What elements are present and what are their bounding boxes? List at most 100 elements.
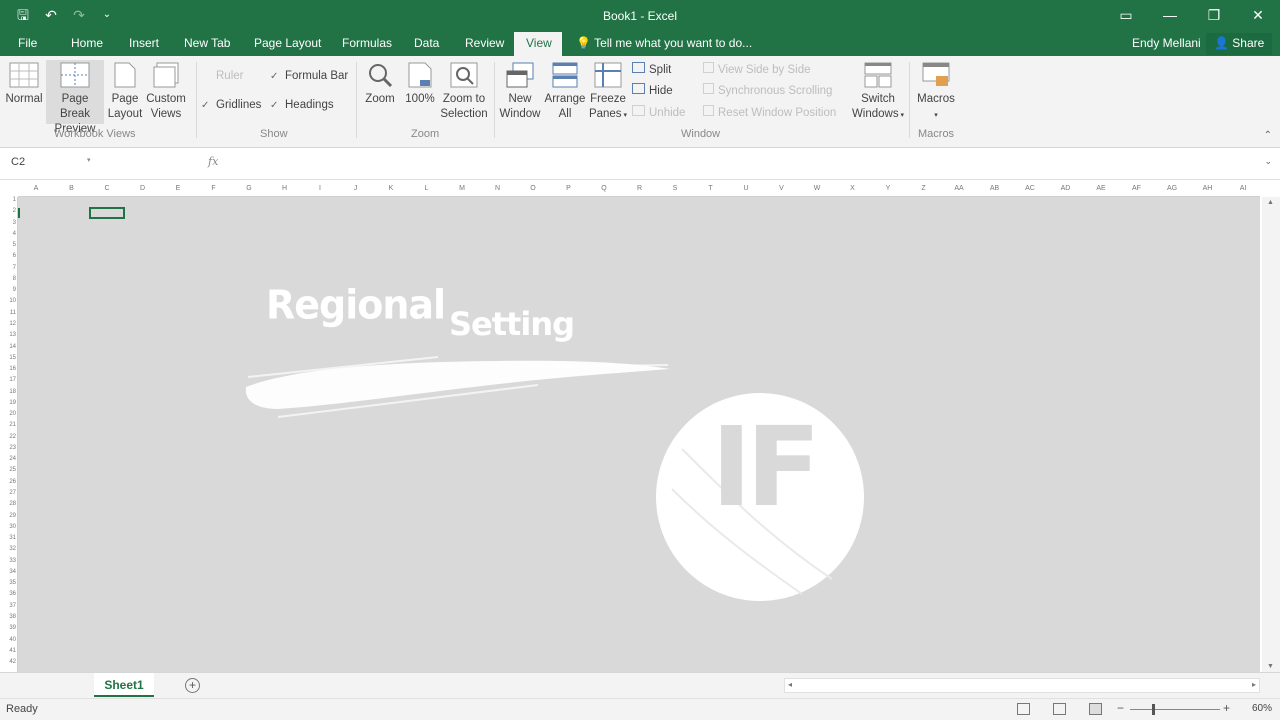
tab-review[interactable]: Review	[457, 32, 512, 56]
ribbon-display-options-icon[interactable]: ▭	[1104, 0, 1148, 30]
row-header[interactable]: 15	[0, 355, 16, 361]
row-header[interactable]: 31	[0, 535, 16, 541]
column-header[interactable]: AE	[1083, 185, 1119, 192]
tab-insert[interactable]: Insert	[121, 32, 167, 56]
row-header[interactable]: 4	[0, 231, 16, 237]
row-header[interactable]: 26	[0, 479, 16, 485]
column-header[interactable]: G	[231, 185, 267, 192]
column-header[interactable]: A	[18, 185, 54, 192]
row-header[interactable]: 14	[0, 344, 16, 350]
row-header[interactable]: 13	[0, 332, 16, 338]
close-icon[interactable]: ✕	[1236, 0, 1280, 30]
zoom-slider-thumb[interactable]	[1152, 704, 1155, 715]
selected-cell-c2[interactable]	[89, 207, 125, 219]
vertical-scrollbar[interactable]: ▲ ▼	[1262, 197, 1280, 672]
row-header[interactable]: 27	[0, 490, 16, 496]
column-header[interactable]: Q	[586, 185, 622, 192]
zoom-button[interactable]: Zoom	[362, 62, 398, 107]
column-header[interactable]: T	[693, 185, 729, 192]
row-header[interactable]: 38	[0, 614, 16, 620]
freeze-panes-button[interactable]: Freeze Panes ▾	[588, 62, 628, 123]
column-header[interactable]: N	[480, 185, 516, 192]
row-header[interactable]: 23	[0, 445, 16, 451]
view-side-by-side-button[interactable]: View Side by Side	[703, 62, 810, 76]
column-header[interactable]: AI	[1225, 185, 1261, 192]
column-header[interactable]: P	[551, 185, 587, 192]
row-header[interactable]: 3	[0, 220, 16, 226]
row-header[interactable]: 30	[0, 524, 16, 530]
custom-views-button[interactable]: Custom Views	[144, 62, 188, 122]
row-header[interactable]: 25	[0, 467, 16, 473]
scroll-down-icon[interactable]: ▼	[1267, 663, 1274, 670]
row-header[interactable]: 16	[0, 366, 16, 372]
row-header[interactable]: 1	[0, 197, 16, 203]
column-header[interactable]: J	[338, 185, 374, 192]
column-header[interactable]: E	[160, 185, 196, 192]
row-header[interactable]: 8	[0, 276, 16, 282]
tab-page-layout[interactable]: Page Layout	[246, 32, 329, 56]
column-header[interactable]: S	[657, 185, 693, 192]
formula-bar-checkbox[interactable]: ✓ Formula Bar	[270, 70, 348, 82]
column-header[interactable]: O	[515, 185, 551, 192]
zoom-out-icon[interactable]: −	[1117, 701, 1124, 715]
scroll-left-icon[interactable]: ◂	[788, 680, 792, 689]
gridlines-checkbox[interactable]: ✓ Gridlines	[201, 99, 261, 111]
row-header[interactable]: 28	[0, 501, 16, 507]
column-header[interactable]: H	[267, 185, 303, 192]
column-header[interactable]: D	[125, 185, 161, 192]
row-header[interactable]: 34	[0, 569, 16, 575]
row-header[interactable]: 33	[0, 558, 16, 564]
column-header[interactable]: L	[409, 185, 445, 192]
row-header[interactable]: 19	[0, 400, 16, 406]
column-header[interactable]: AH	[1190, 185, 1226, 192]
row-header[interactable]: 10	[0, 298, 16, 304]
macros-button[interactable]: Macros ▾	[914, 62, 958, 123]
tab-file[interactable]: File	[10, 32, 45, 56]
column-header[interactable]: AB	[977, 185, 1013, 192]
scroll-right-icon[interactable]: ▸	[1252, 680, 1256, 689]
arrange-all-button[interactable]: Arrange All	[543, 62, 587, 122]
unhide-button[interactable]: Unhide	[632, 105, 685, 119]
share-button[interactable]: 👤 Share	[1206, 33, 1273, 55]
add-sheet-icon[interactable]: +	[185, 678, 200, 693]
column-header[interactable]: AA	[941, 185, 977, 192]
row-header[interactable]: 35	[0, 580, 16, 586]
page-break-preview-button[interactable]: Page Break Preview	[46, 60, 104, 135]
zoom-in-icon[interactable]: +	[1223, 701, 1230, 715]
row-header[interactable]: 36	[0, 591, 16, 597]
row-header[interactable]: 20	[0, 411, 16, 417]
row-header[interactable]: 41	[0, 648, 16, 654]
scroll-up-icon[interactable]: ▲	[1267, 199, 1274, 206]
row-header[interactable]: 40	[0, 637, 16, 643]
tab-formulas[interactable]: Formulas	[334, 32, 400, 56]
collapse-ribbon-icon[interactable]: ⌃	[1264, 130, 1272, 141]
insert-function-icon[interactable]: fx	[208, 155, 218, 168]
switch-windows-button[interactable]: Switch Windows ▾	[849, 62, 907, 123]
name-box[interactable]: C2	[6, 156, 96, 172]
headings-checkbox[interactable]: ✓ Headings	[270, 99, 334, 111]
page-break-status-icon[interactable]	[1089, 703, 1102, 715]
row-header[interactable]: 2	[0, 208, 16, 214]
zoom-slider[interactable]	[1130, 709, 1220, 710]
column-header[interactable]: I	[302, 185, 338, 192]
column-header[interactable]: B	[54, 185, 90, 192]
column-header[interactable]: F	[196, 185, 232, 192]
tab-new-tab[interactable]: New Tab	[176, 32, 238, 56]
row-header[interactable]: 24	[0, 456, 16, 462]
column-header[interactable]: V	[764, 185, 800, 192]
ruler-checkbox[interactable]: Ruler	[216, 70, 243, 82]
column-header[interactable]: M	[444, 185, 480, 192]
page-layout-status-icon[interactable]	[1053, 703, 1066, 715]
column-header[interactable]: K	[373, 185, 409, 192]
column-header[interactable]: C	[89, 185, 125, 192]
tab-home[interactable]: Home	[63, 32, 111, 56]
horizontal-scrollbar[interactable]: ◂ ▸	[784, 678, 1260, 693]
split-button[interactable]: Split	[632, 62, 671, 76]
column-header[interactable]: U	[728, 185, 764, 192]
zoom-100-button[interactable]: 100%	[403, 62, 437, 107]
zoom-to-selection-button[interactable]: Zoom to Selection	[439, 62, 489, 122]
column-header[interactable]: Y	[870, 185, 906, 192]
row-header[interactable]: 18	[0, 389, 16, 395]
column-header[interactable]: AC	[1012, 185, 1048, 192]
expand-formula-bar-icon[interactable]: ⌄	[1264, 156, 1272, 167]
